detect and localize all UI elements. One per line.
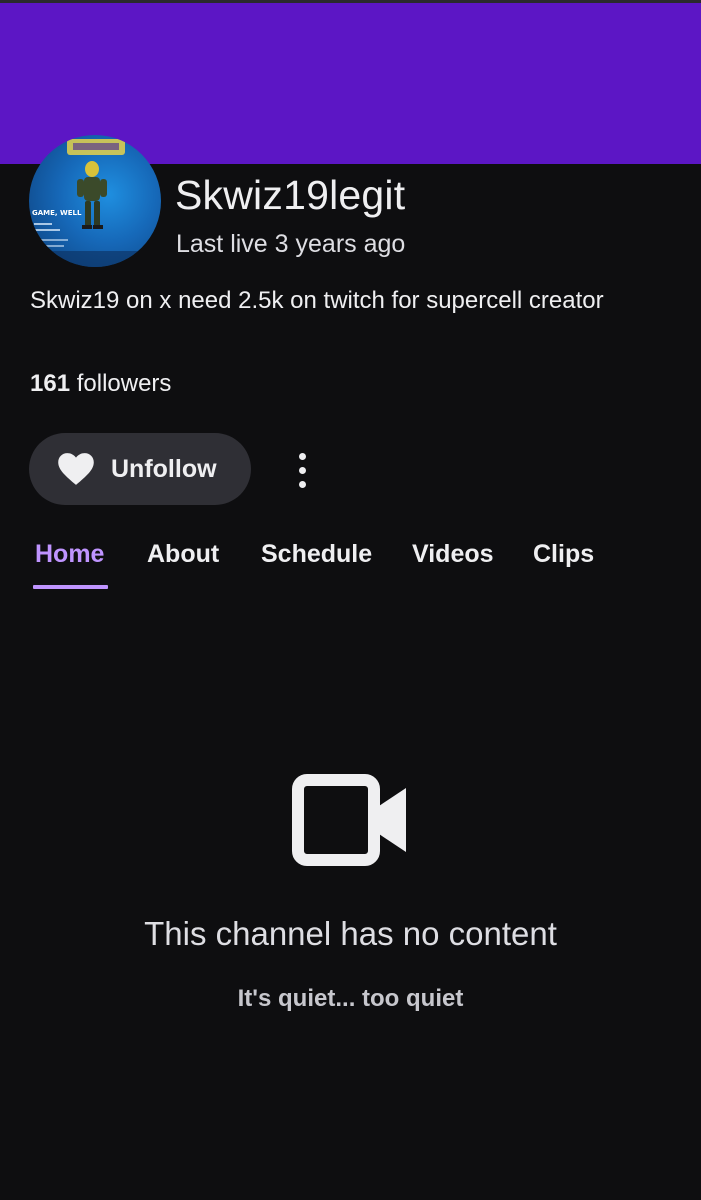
tab-home[interactable]: Home [35, 540, 104, 590]
avatar-image: GAME, WELL [29, 139, 161, 267]
video-camera-icon [292, 774, 408, 871]
active-tab-indicator [33, 585, 108, 589]
tab-videos[interactable]: Videos [412, 540, 494, 590]
channel-avatar[interactable]: GAME, WELL [29, 135, 161, 267]
empty-state-title: This channel has no content [144, 915, 557, 952]
followers-label: followers [76, 370, 172, 397]
tab-about[interactable]: About [147, 540, 219, 590]
last-live-status: Last live 3 years ago [176, 230, 406, 258]
tab-clips[interactable]: Clips [533, 540, 594, 590]
tab-schedule[interactable]: Schedule [261, 540, 372, 590]
unfollow-label: Unfollow [111, 454, 217, 483]
more-options-button[interactable] [284, 448, 320, 492]
channel-name: Skwiz19legit [175, 172, 406, 218]
heart-icon [57, 452, 95, 486]
more-dot [298, 480, 306, 488]
empty-state-subtitle: It's quiet... too quiet [237, 985, 464, 1012]
followers-number: 161 [30, 370, 71, 397]
more-vertical-icon [298, 452, 306, 460]
avatar-text: GAME, WELL [32, 209, 82, 217]
more-dot [298, 466, 306, 474]
followers-count: 161 followers [30, 370, 171, 398]
unfollow-button[interactable]: Unfollow [29, 433, 251, 505]
channel-bio: Skwiz19 on x need 2.5k on twitch for sup… [30, 287, 604, 314]
